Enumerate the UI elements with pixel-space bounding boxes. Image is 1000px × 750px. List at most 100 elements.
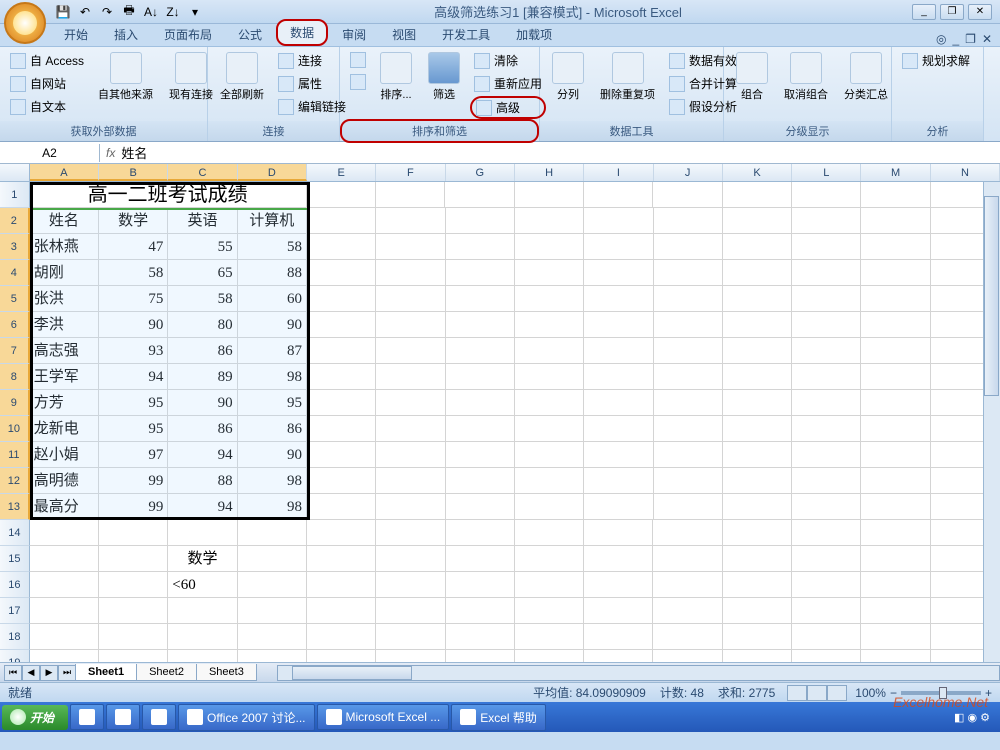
col-header[interactable]: K <box>723 164 792 181</box>
cell[interactable] <box>792 572 861 598</box>
cell[interactable]: 93 <box>99 338 168 364</box>
grid-body[interactable]: 1高一二班考试成绩2姓名数学英语计算机3张林燕4755584胡刚5865885张… <box>0 182 1000 662</box>
zoom-level[interactable]: 100% <box>855 686 886 700</box>
cell[interactable] <box>584 572 653 598</box>
from-access-button[interactable]: 自 Access <box>6 50 88 71</box>
cell[interactable] <box>376 364 445 390</box>
tab-insert[interactable]: 插入 <box>102 23 150 46</box>
cell[interactable] <box>307 520 376 546</box>
cell[interactable] <box>446 286 515 312</box>
row-header[interactable]: 16 <box>0 572 30 598</box>
cell[interactable] <box>376 286 445 312</box>
col-header[interactable]: M <box>861 164 930 181</box>
cell[interactable] <box>653 182 722 208</box>
cell[interactable]: 方芳 <box>30 390 99 416</box>
cell[interactable] <box>238 598 307 624</box>
tab-view[interactable]: 视图 <box>380 23 428 46</box>
cell[interactable]: 99 <box>99 494 168 520</box>
cell[interactable] <box>30 572 99 598</box>
cell[interactable] <box>307 182 376 208</box>
cell[interactable] <box>723 234 792 260</box>
cell[interactable]: 计算机 <box>238 208 307 234</box>
cell[interactable] <box>307 260 376 286</box>
cell[interactable]: <60 <box>168 572 237 598</box>
cell[interactable]: 98 <box>238 468 307 494</box>
cell[interactable] <box>792 338 861 364</box>
row-header[interactable]: 10 <box>0 416 30 442</box>
cell[interactable]: 97 <box>99 442 168 468</box>
cell[interactable] <box>792 442 861 468</box>
ungroup-button[interactable]: 取消组合 <box>778 50 834 104</box>
cell[interactable] <box>792 494 861 520</box>
cell[interactable] <box>792 286 861 312</box>
row-header[interactable]: 8 <box>0 364 30 390</box>
cell[interactable] <box>723 650 792 662</box>
view-normal-button[interactable] <box>787 685 807 701</box>
cell[interactable] <box>376 572 445 598</box>
col-header[interactable]: I <box>584 164 653 181</box>
qat-sortdesc-icon[interactable]: Z↓ <box>164 3 182 21</box>
cell[interactable]: 86 <box>238 416 307 442</box>
cell[interactable]: 94 <box>168 442 237 468</box>
cell[interactable] <box>653 520 722 546</box>
cell[interactable] <box>168 520 237 546</box>
cell[interactable] <box>515 624 584 650</box>
refresh-all-button[interactable]: 全部刷新 <box>214 50 270 104</box>
cell[interactable] <box>307 598 376 624</box>
cell[interactable] <box>653 598 722 624</box>
cell[interactable] <box>861 572 930 598</box>
cell[interactable] <box>376 260 445 286</box>
cell[interactable] <box>723 572 792 598</box>
from-text-button[interactable]: 自文本 <box>6 96 88 117</box>
office-button[interactable] <box>4 2 46 44</box>
cell[interactable] <box>30 650 99 662</box>
qat-save-icon[interactable]: 💾 <box>54 3 72 21</box>
cell[interactable] <box>515 364 584 390</box>
cell[interactable] <box>446 364 515 390</box>
cell[interactable] <box>792 182 861 208</box>
cell[interactable] <box>584 442 653 468</box>
cell[interactable] <box>654 416 723 442</box>
cell[interactable] <box>792 390 861 416</box>
cell[interactable] <box>446 494 515 520</box>
cell[interactable] <box>515 468 584 494</box>
sheet-nav-prev[interactable]: ◀ <box>22 665 40 681</box>
cell[interactable]: 英语 <box>168 208 237 234</box>
view-pagelayout-button[interactable] <box>807 685 827 701</box>
cell[interactable] <box>307 546 376 572</box>
cell[interactable] <box>792 650 861 662</box>
row-header[interactable]: 3 <box>0 234 30 260</box>
cell[interactable] <box>584 364 653 390</box>
cell[interactable] <box>238 624 307 650</box>
cell[interactable] <box>515 208 584 234</box>
cell[interactable] <box>584 286 653 312</box>
col-header[interactable]: F <box>376 164 445 181</box>
from-web-button[interactable]: 自网站 <box>6 73 88 94</box>
cell[interactable] <box>515 650 584 662</box>
cell[interactable]: 98 <box>238 364 307 390</box>
cell[interactable] <box>723 338 792 364</box>
sheet-tab[interactable]: Sheet3 <box>196 664 257 681</box>
cell[interactable] <box>654 208 723 234</box>
cell[interactable] <box>792 312 861 338</box>
cell[interactable]: 龙新电 <box>30 416 99 442</box>
sort-button[interactable]: 排序... <box>374 50 418 104</box>
cell[interactable] <box>861 546 930 572</box>
cell[interactable]: 88 <box>168 468 237 494</box>
edit-links-button[interactable]: 编辑链接 <box>274 96 350 117</box>
cell[interactable]: 90 <box>238 312 307 338</box>
cell[interactable] <box>376 520 445 546</box>
cell[interactable] <box>723 416 792 442</box>
cell[interactable] <box>376 650 445 662</box>
cell[interactable] <box>861 416 930 442</box>
cell[interactable] <box>238 650 307 662</box>
cell[interactable] <box>584 520 653 546</box>
cell[interactable]: 94 <box>99 364 168 390</box>
cell[interactable] <box>376 338 445 364</box>
cell[interactable]: 98 <box>238 494 307 520</box>
cell[interactable] <box>376 468 445 494</box>
cell[interactable] <box>654 468 723 494</box>
taskbar-item[interactable] <box>142 704 176 730</box>
cell[interactable]: 最高分 <box>30 494 99 520</box>
cell[interactable] <box>376 416 445 442</box>
